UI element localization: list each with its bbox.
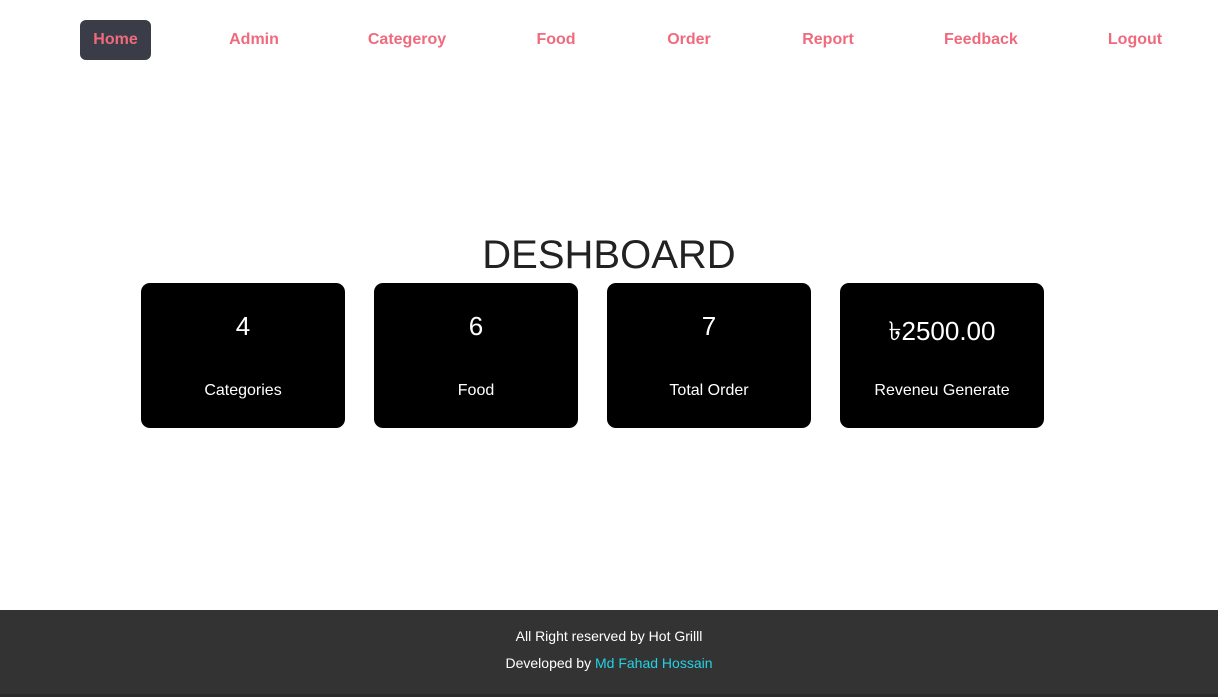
nav-food[interactable]: Food [536, 20, 576, 60]
stat-label: Total Order [669, 382, 749, 399]
nav-category[interactable]: Categeroy [367, 20, 447, 60]
stat-value: 4 [235, 311, 251, 341]
stat-value: 7 [701, 311, 717, 341]
stat-card-categories: 4 Categories [141, 283, 345, 428]
developer-link[interactable]: Md Fahad Hossain [595, 655, 713, 671]
stat-card-total-order: 7 Total Order [607, 283, 811, 428]
nav-logout[interactable]: Logout [1107, 20, 1163, 60]
stat-card-food: 6 Food [374, 283, 578, 428]
stat-label: Food [457, 382, 495, 399]
stat-card-revenue: ৳2500.00 Reveneu Generate [840, 283, 1044, 428]
footer-developed-by: Developed by Md Fahad Hossain [0, 655, 1218, 671]
nav-admin[interactable]: Admin [229, 20, 279, 60]
footer-rights: All Right reserved by Hot Grilll [515, 628, 703, 644]
stat-label: Reveneu Generate [874, 382, 1010, 399]
nav-report[interactable]: Report [802, 20, 854, 60]
nav-home[interactable]: Home [80, 20, 151, 60]
top-navigation: Home Admin Categeroy Food Order Report F… [0, 20, 1218, 60]
nav-order[interactable]: Order [666, 20, 712, 60]
stat-value: 6 [468, 311, 484, 341]
developed-by-prefix: Developed by [505, 655, 592, 671]
nav-feedback[interactable]: Feedback [944, 20, 1018, 60]
page-title: DESHBOARD [482, 232, 736, 277]
stat-label: Categories [204, 382, 282, 399]
stat-value: ৳2500.00 [888, 316, 996, 346]
footer: All Right reserved by Hot Grilll Develop… [0, 610, 1218, 697]
